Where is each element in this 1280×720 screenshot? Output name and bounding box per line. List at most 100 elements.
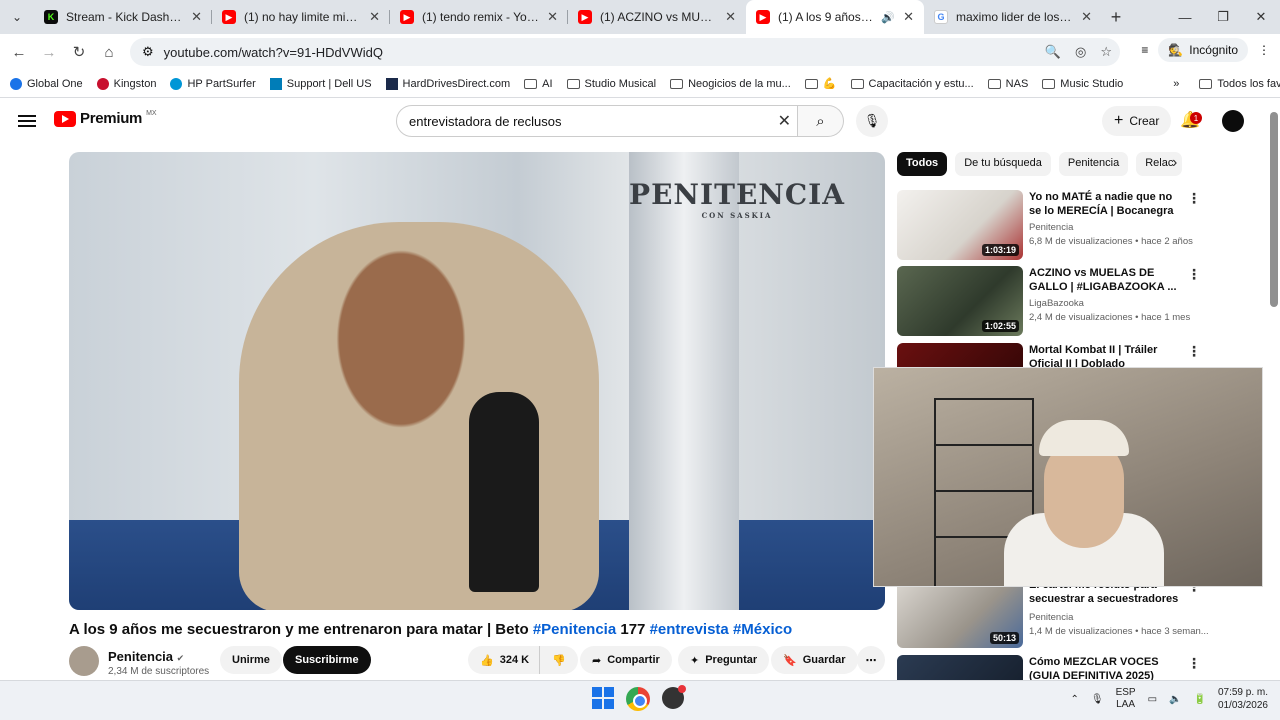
battery-icon[interactable]: 🔋 — [1193, 694, 1205, 705]
minimize-icon[interactable]: — — [1166, 0, 1204, 34]
browser-tab-active[interactable]: ▶ (1) A los 9 años me sec 🔊 ✕ — [746, 0, 924, 34]
bookmark-folder[interactable]: Capacitación y estu... — [850, 78, 974, 90]
incognito-badge[interactable]: 🕵 Incógnito — [1158, 38, 1248, 62]
more-vert-icon[interactable]: ⋮ — [1187, 190, 1201, 207]
rec-channel[interactable]: LigaBazooka — [1029, 298, 1084, 309]
close-tab-icon[interactable]: ✕ — [191, 9, 202, 25]
page-scrollbar[interactable] — [1270, 102, 1278, 680]
recommendation-item[interactable]: 1:03:19 Yo no MATÉ a nadie que no se lo … — [897, 190, 1277, 260]
browser-tab[interactable]: G maximo lider de los musul ✕ — [924, 0, 1102, 34]
bookmark-folder[interactable]: 💪 — [804, 77, 837, 90]
bookmark-star-icon[interactable]: ☆ — [1100, 44, 1112, 60]
volume-icon[interactable]: 🔈 — [1169, 694, 1181, 705]
chip-todos[interactable]: Todos — [897, 152, 948, 176]
recommendation-item[interactable]: Cómo MEZCLAR VOCES (GUIA DEFINITIVA 2025… — [897, 655, 1277, 680]
search-input[interactable]: entrevistadora de reclusos ✕ — [396, 105, 798, 137]
bookmark-item[interactable]: HP PartSurfer — [170, 77, 256, 90]
chevron-right-icon[interactable]: › — [1172, 154, 1177, 172]
audio-playing-icon[interactable]: 🔊 — [881, 11, 895, 24]
hashtag-link[interactable]: #entrevista — [650, 621, 729, 638]
share-button[interactable]: ➦ Compartir — [580, 646, 672, 674]
chip-penitencia[interactable]: Penitencia — [1058, 152, 1129, 176]
bookmark-item[interactable]: Support | Dell US — [269, 77, 372, 90]
rec-title[interactable]: ACZINO vs MUELAS DE GALLO | #LIGABAZOOKA… — [1029, 266, 1179, 294]
zoom-icon[interactable]: 🔍 — [1045, 44, 1061, 60]
bookmark-item[interactable]: Global One — [10, 77, 83, 90]
forward-icon[interactable]: → — [34, 44, 64, 61]
channel-avatar[interactable] — [69, 646, 99, 676]
bookmarks-overflow-button[interactable]: » — [1173, 78, 1179, 90]
display-icon[interactable]: ▭ — [1148, 694, 1157, 705]
rec-channel[interactable]: Penitencia — [1029, 612, 1073, 623]
bookmark-folder[interactable]: Music Studio — [1042, 78, 1123, 90]
tab-search-dropdown-icon[interactable]: ⌄ — [0, 0, 34, 34]
channel-name[interactable]: Penitencia ✔ — [108, 649, 184, 664]
browser-tab[interactable]: ▶ (1) tendo remix - YouTube ✕ — [390, 0, 568, 34]
recommendation-item[interactable]: 50:13 El cártel me reclutó para secuestr… — [897, 578, 1277, 648]
rec-title[interactable]: Cómo MEZCLAR VOCES (GUIA DEFINITIVA 2025… — [1029, 655, 1179, 680]
menu-kebab-icon[interactable]: ⋮ — [1258, 43, 1270, 57]
create-button[interactable]: + Crear — [1102, 106, 1172, 136]
search-button[interactable]: ⌕ — [798, 105, 844, 137]
browser-tab[interactable]: ▶ (1) ACZINO vs MUELAS DE ✕ — [568, 0, 746, 34]
dislike-button[interactable]: 👎 — [539, 646, 578, 674]
video-thumbnail[interactable] — [897, 655, 1023, 680]
more-vert-icon[interactable]: ⋮ — [1187, 655, 1201, 672]
address-bar[interactable]: ⚙ youtube.com/watch?v=91-HDdVWidQ 🔍 ◎ ☆ — [130, 38, 1120, 66]
system-clock[interactable]: 07:59 p. m. 01/03/2026 — [1218, 686, 1268, 712]
account-avatar[interactable] — [1222, 110, 1244, 132]
bookmark-folder[interactable]: NAS — [987, 78, 1028, 90]
site-info-icon[interactable]: ⚙ — [142, 44, 154, 60]
chevron-up-icon[interactable]: ⌃ — [1070, 694, 1078, 705]
scrollbar-thumb[interactable] — [1270, 112, 1278, 307]
back-icon[interactable]: ← — [4, 44, 34, 61]
close-tab-icon[interactable]: ✕ — [1081, 9, 1092, 25]
ask-button[interactable]: ✦ Preguntar — [678, 646, 770, 674]
chip-de-tu-busqueda[interactable]: De tu búsqueda — [955, 152, 1051, 176]
video-thumbnail[interactable]: 50:13 — [897, 578, 1023, 648]
hashtag-link[interactable]: #México — [733, 621, 792, 638]
recommendation-item[interactable]: 1:02:55 ACZINO vs MUELAS DE GALLO | #LIG… — [897, 266, 1277, 336]
bookmark-folder[interactable]: Neogicios de la mu... — [670, 78, 791, 90]
close-tab-icon[interactable]: ✕ — [369, 9, 380, 25]
more-vert-icon[interactable]: ⋮ — [1187, 343, 1201, 360]
clear-search-icon[interactable]: ✕ — [778, 111, 791, 131]
reload-icon[interactable]: ↻ — [64, 43, 94, 61]
video-player[interactable]: PENITENCIA CON SASKIA — [69, 152, 885, 610]
bookmark-folder[interactable]: Studio Musical — [566, 78, 656, 90]
close-tab-icon[interactable]: ✕ — [903, 9, 914, 25]
close-tab-icon[interactable]: ✕ — [547, 9, 558, 25]
video-thumbnail[interactable]: 1:03:19 — [897, 190, 1023, 260]
eye-slash-icon[interactable]: ◎ — [1075, 44, 1086, 60]
join-button[interactable]: Unirme — [220, 646, 282, 674]
media-control-icon[interactable]: ≡ — [1141, 43, 1148, 57]
microphone-tray-icon[interactable]: 🎙 — [1091, 694, 1104, 705]
maximize-icon[interactable]: ❐ — [1204, 0, 1242, 34]
more-vert-icon[interactable]: ⋮ — [1187, 266, 1201, 283]
home-icon[interactable]: ⌂ — [94, 44, 124, 61]
rec-channel[interactable]: Penitencia — [1029, 222, 1073, 233]
bookmark-item[interactable]: HardDrivesDirect.com — [385, 77, 510, 90]
windows-start-icon[interactable] — [592, 687, 614, 709]
close-window-icon[interactable]: ✕ — [1242, 0, 1280, 34]
obs-app-icon[interactable] — [662, 685, 686, 709]
bookmark-folder[interactable]: AI — [524, 78, 553, 90]
rec-title[interactable]: Yo no MATÉ a nadie que no se lo MERECÍA … — [1029, 190, 1179, 220]
voice-search-button[interactable]: 🎙 — [856, 105, 888, 137]
youtube-premium-logo[interactable]: Premium MX — [54, 110, 157, 127]
bookmark-item[interactable]: Kingston — [96, 77, 156, 90]
close-tab-icon[interactable]: ✕ — [725, 9, 736, 25]
browser-tab[interactable]: K Stream - Kick Dashboard ✕ — [34, 0, 212, 34]
hashtag-link[interactable]: #Penitencia — [533, 621, 616, 638]
subscribe-button[interactable]: Suscribirme — [283, 646, 371, 674]
chrome-icon[interactable] — [626, 687, 650, 711]
more-actions-button[interactable]: ⋯ — [857, 646, 885, 674]
input-language[interactable]: ESP LAA — [1116, 687, 1136, 711]
browser-tab[interactable]: ▶ (1) no hay limite miky woo ✕ — [212, 0, 390, 34]
like-button[interactable]: 👍 324 K — [468, 646, 540, 674]
video-thumbnail[interactable]: 1:02:55 — [897, 266, 1023, 336]
menu-hamburger-icon[interactable] — [18, 112, 36, 130]
all-bookmarks-folder[interactable]: Todos los favoritos — [1199, 78, 1280, 90]
save-button[interactable]: 🔖 Guardar — [771, 646, 858, 674]
new-tab-button[interactable]: + — [1102, 7, 1130, 28]
